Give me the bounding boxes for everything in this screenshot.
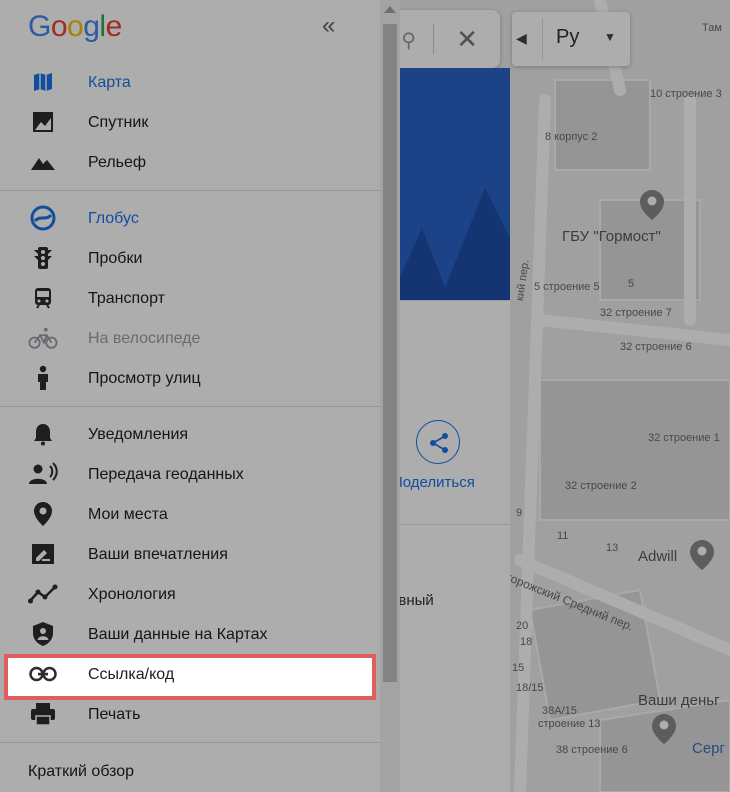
bike-icon	[28, 326, 58, 350]
menu-item-bike[interactable]: На велосипеде	[0, 318, 380, 358]
menu-item-label: Передача геоданных	[88, 466, 244, 483]
globe-icon	[28, 205, 58, 231]
menu-item-timeline[interactable]: Хронология	[0, 574, 380, 614]
transit-icon	[28, 286, 58, 310]
double-chevron-left-icon[interactable]: «	[322, 12, 335, 40]
satellite-icon	[28, 110, 58, 134]
overview-link[interactable]: Краткий обзор	[28, 763, 134, 781]
review-icon	[28, 542, 58, 566]
bell-icon	[28, 422, 58, 446]
map-icon	[28, 70, 58, 94]
menu-item-street-view[interactable]: Просмотр улиц	[0, 358, 380, 398]
timeline-icon	[28, 582, 58, 606]
terrain-icon	[28, 150, 58, 174]
menu-item-contributions[interactable]: Ваши впечатления	[0, 534, 380, 574]
location-sharing-icon	[28, 462, 58, 486]
menu-item-link-share[interactable]: Ссылка/код	[0, 654, 372, 694]
menu-item-label: Рельеф	[88, 154, 147, 171]
menu-item-notifications[interactable]: Уведомления	[0, 414, 380, 454]
menu-item-satellite[interactable]: Спутник	[0, 102, 380, 142]
highlight-box: Ссылка/код	[4, 654, 376, 700]
menu-item-label: Глобус	[88, 210, 139, 227]
menu-item-print[interactable]: Печать	[0, 694, 380, 734]
menu-item-label: На велосипеде	[88, 330, 201, 347]
menu-item-traffic[interactable]: Пробки	[0, 238, 380, 278]
pegman-icon	[28, 365, 58, 390]
menu-item-label: Пробки	[88, 250, 143, 267]
menu-item-label: Транспорт	[88, 290, 165, 307]
menu-item-label: Печать	[88, 706, 141, 723]
menu-item-my-places[interactable]: Мои места	[0, 494, 380, 534]
menu-item-label: Ваши данные на Картах	[88, 626, 268, 643]
menu-item-label: Ваши впечатления	[88, 546, 228, 563]
scrollbar-thumb[interactable]	[383, 24, 397, 682]
menu-item-map[interactable]: Карта	[0, 62, 380, 102]
menu-item-label: Хронология	[88, 586, 176, 603]
menu-item-label: Просмотр улиц	[88, 370, 201, 387]
menu-item-location-sharing[interactable]: Передача геоданных	[0, 454, 380, 494]
menu-item-label: Спутник	[88, 114, 149, 131]
divider	[0, 190, 380, 191]
scroll-up-arrow[interactable]	[384, 6, 396, 13]
link-icon	[28, 662, 58, 686]
google-logo: Google	[28, 10, 122, 43]
shield-person-icon	[28, 622, 58, 646]
menu-item-label: Карта	[88, 74, 131, 91]
menu-item-your-data[interactable]: Ваши данные на Картах	[0, 614, 380, 654]
menu-item-terrain[interactable]: Рельеф	[0, 142, 380, 182]
traffic-icon	[28, 246, 58, 270]
divider	[0, 406, 380, 407]
menu-item-label: Уведомления	[88, 426, 189, 443]
place-pin-icon	[28, 502, 58, 526]
menu-item-label: Мои места	[88, 506, 168, 523]
print-icon	[28, 702, 58, 726]
menu-item-globe[interactable]: Глобус	[0, 198, 380, 238]
menu-item-transit[interactable]: Транспорт	[0, 278, 380, 318]
divider	[0, 742, 380, 743]
menu-item-label: Ссылка/код	[88, 666, 175, 683]
